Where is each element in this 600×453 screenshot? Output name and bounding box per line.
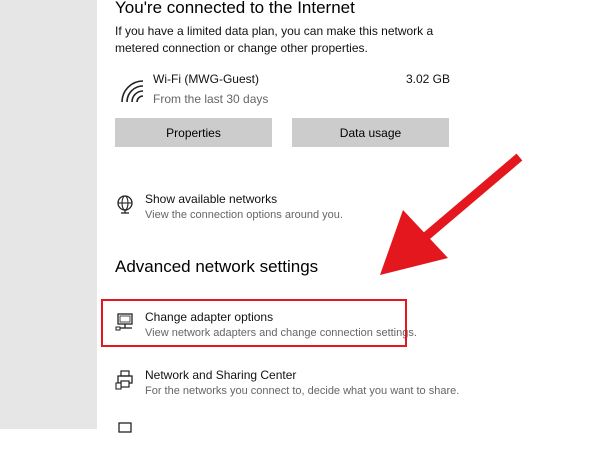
network-item: Wi-Fi (MWG-Guest) From the last 30 days … — [115, 72, 450, 112]
wifi-icon — [121, 80, 144, 103]
left-nav-strip — [0, 0, 97, 429]
network-name: Wi-Fi (MWG-Guest) — [153, 72, 259, 86]
network-sharing-center-link[interactable]: Network and Sharing Center For the netwo… — [115, 368, 475, 402]
partial-option-icon — [118, 422, 132, 433]
show-networks-title: Show available networks — [145, 192, 278, 206]
network-data-usage: 3.02 GB — [405, 72, 450, 86]
red-arrow-annotation — [380, 153, 523, 275]
properties-button[interactable]: Properties — [115, 118, 272, 147]
sharing-center-title: Network and Sharing Center — [145, 368, 297, 382]
connection-status-description: If you have a limited data plan, you can… — [115, 24, 434, 55]
advanced-settings-heading: Advanced network settings — [115, 257, 319, 276]
show-networks-description: View the connection options around you. — [145, 209, 343, 221]
data-usage-button[interactable]: Data usage — [292, 118, 449, 147]
connection-status-title: You're connected to the Internet — [115, 0, 355, 17]
highlight-box — [101, 299, 407, 347]
partially-visible-option[interactable] — [115, 419, 475, 453]
sharing-center-description: For the networks you connect to, decide … — [145, 385, 460, 397]
printer-share-icon — [115, 370, 133, 390]
globe-icon — [117, 195, 133, 214]
network-period: From the last 30 days — [153, 92, 269, 106]
